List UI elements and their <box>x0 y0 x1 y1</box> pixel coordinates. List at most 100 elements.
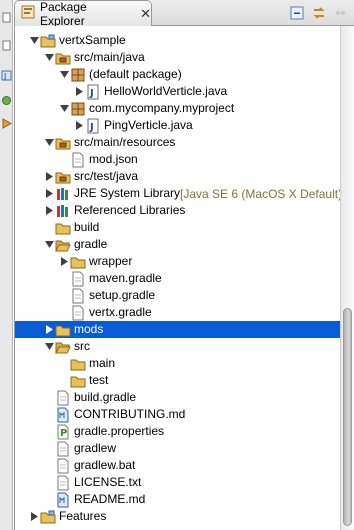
chevron-right-icon[interactable] <box>44 321 55 338</box>
chevron-right-icon[interactable] <box>44 185 55 202</box>
source-folder-icon <box>55 50 71 66</box>
file-icon <box>70 271 86 287</box>
tree-item-maven-gradle[interactable]: maven.gradle <box>15 270 340 287</box>
vertical-scrollbar[interactable] <box>340 26 354 530</box>
tree-item-label: src/main/java <box>74 50 145 64</box>
tree-item-label: setup.gradle <box>89 288 156 302</box>
file-icon[interactable] <box>1 40 12 51</box>
tab-label: Package Explorer <box>40 0 87 28</box>
tree-item-referenced-libraries[interactable]: Referenced Libraries <box>15 202 340 219</box>
svg-text:P: P <box>60 428 67 439</box>
tree-item-jre-system-library[interactable]: JRE System Library [Java SE 6 (MacOS X D… <box>15 185 340 202</box>
tree-item-label: Features <box>59 509 107 523</box>
source-folder-icon <box>55 169 71 185</box>
chevron-right-icon[interactable] <box>74 117 85 134</box>
folder-open-icon <box>55 339 71 355</box>
view-tab-bar <box>152 0 354 26</box>
tree-item-contributing-md[interactable]: CONTRIBUTING.md <box>15 406 340 423</box>
package-explorer-icon <box>21 5 35 22</box>
tree-item-main[interactable]: main <box>15 355 340 372</box>
chevron-right-icon[interactable] <box>74 83 85 100</box>
tree-item-label: CONTRIBUTING.md <box>74 407 186 421</box>
tree-item-src-test-java[interactable]: src/test/java <box>15 168 340 185</box>
chevron-down-icon[interactable] <box>44 134 55 151</box>
tree-item-src[interactable]: src <box>15 338 340 355</box>
tree-item-wrapper[interactable]: wrapper <box>15 253 340 270</box>
svg-text:J: J <box>89 88 94 99</box>
tree-item-label: README.md <box>74 492 146 506</box>
tree-item-src-main-resources[interactable]: src/main/resources <box>15 134 340 151</box>
left-side-toolbar: J <box>0 0 13 530</box>
java-file-icon: J <box>85 84 101 100</box>
tree-item-label: test <box>89 373 109 387</box>
package-explorer-tree[interactable]: vertxSample src/main/java (default package… <box>14 26 340 530</box>
tree-item-label: vertx.gradle <box>89 305 152 319</box>
java-perspective-icon[interactable]: J <box>1 70 12 81</box>
link-with-editor-icon[interactable] <box>310 4 328 22</box>
chevron-down-icon[interactable] <box>29 32 40 49</box>
tree-item-gradle[interactable]: gradle <box>15 236 340 253</box>
project-icon <box>40 509 56 525</box>
run-icon[interactable] <box>1 118 13 129</box>
tree-item-gradlew[interactable]: gradlew <box>15 440 340 457</box>
java-file-icon: J <box>85 118 101 134</box>
tree-item-mod-json[interactable]: mod.json <box>15 151 340 168</box>
tree-item-label: build.gradle <box>74 390 137 404</box>
tree-item-label: maven.gradle <box>89 271 162 285</box>
chevron-down-icon[interactable] <box>44 236 55 253</box>
folder-icon <box>70 356 86 372</box>
tree-item-mods[interactable]: mods <box>15 321 340 338</box>
tree-item-label: (default package) <box>89 67 182 81</box>
tree-item-gradlew-bat[interactable]: gradlew.bat <box>15 457 340 474</box>
tree-item-pingverticle-java[interactable]: J PingVerticle.java <box>15 117 340 134</box>
tree-item-readme-md[interactable]: README.md <box>15 491 340 508</box>
chevron-down-icon[interactable] <box>44 49 55 66</box>
tree-item-label: gradlew <box>74 441 117 455</box>
tree-item-gradle-properties[interactable]: Pgradle.properties <box>15 423 340 440</box>
file-icon <box>70 305 86 321</box>
chevron-down-icon[interactable] <box>59 100 70 117</box>
tree-item-test[interactable]: test <box>15 372 340 389</box>
scrollbar-thumb[interactable] <box>343 308 352 526</box>
tab-package-explorer[interactable]: Package Explorer ✕ <box>14 0 152 28</box>
library-icon <box>55 203 71 219</box>
tree-item-com-mycompany-myproject[interactable]: com.mycompany.myproject <box>15 100 340 117</box>
source-folder-icon <box>55 135 71 151</box>
file-icon <box>70 152 86 168</box>
tree-item-src-main-java[interactable]: src/main/java <box>15 49 340 66</box>
tree-item-features[interactable]: Features <box>15 508 340 525</box>
tree-item-build[interactable]: build <box>15 219 340 236</box>
tree-item-vertx-gradle[interactable]: vertx.gradle <box>15 304 340 321</box>
tree-item-vertxsample[interactable]: vertxSample <box>15 32 340 49</box>
chevron-right-icon[interactable] <box>44 168 55 185</box>
chevron-down-icon[interactable] <box>44 338 55 355</box>
tree-item-build-gradle[interactable]: build.gradle <box>15 389 340 406</box>
folder-icon <box>70 254 86 270</box>
chevron-down-icon[interactable] <box>59 66 70 83</box>
tree-item-default-package[interactable]: (default package) <box>15 66 340 83</box>
file-icon <box>55 441 71 457</box>
close-icon[interactable]: ✕ <box>140 6 151 22</box>
chevron-right-icon[interactable] <box>44 202 55 219</box>
folder-icon <box>55 220 71 236</box>
tree-item-helloworldverticle-java[interactable]: J HelloWorldVerticle.java <box>15 83 340 100</box>
collapse-all-icon[interactable] <box>288 4 306 22</box>
chevron-right-icon[interactable] <box>59 253 70 270</box>
debug-icon[interactable] <box>1 95 12 106</box>
chevron-right-icon[interactable] <box>29 508 40 525</box>
tree-item-license-txt[interactable]: LICENSE.txt <box>15 474 340 491</box>
file-icon <box>55 475 71 491</box>
tree-item-setup-gradle[interactable]: setup.gradle <box>15 287 340 304</box>
tree-item-label: src <box>74 339 90 353</box>
file-icon[interactable] <box>1 12 12 23</box>
tree-item-label: gradlew.bat <box>74 458 136 472</box>
view-menu-icon[interactable] <box>332 4 350 22</box>
